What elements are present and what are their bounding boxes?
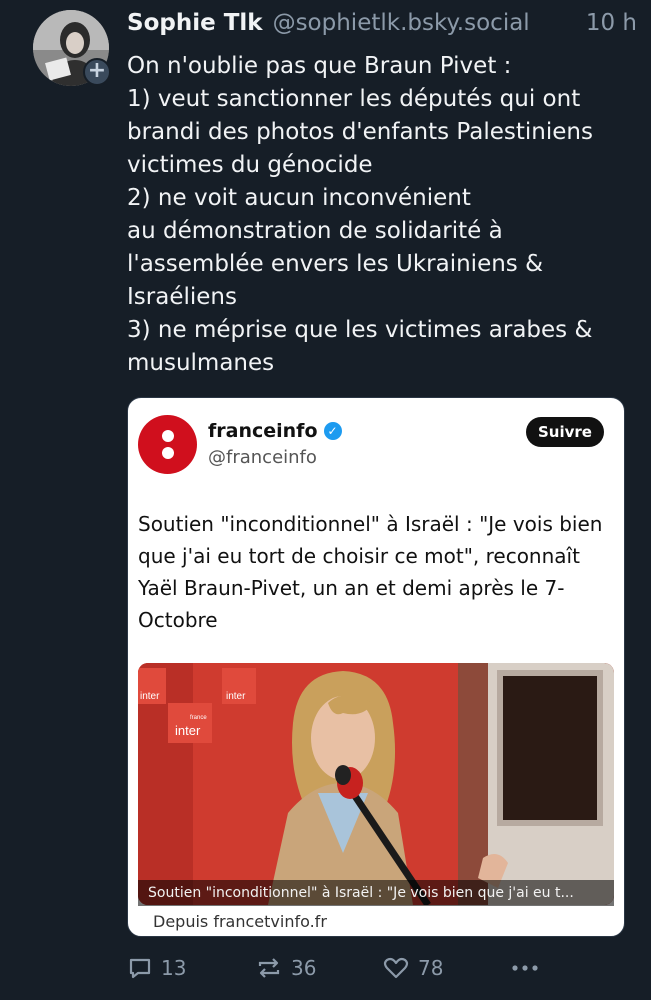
studio-sign-text: inter: [140, 691, 160, 702]
repost-icon: [258, 958, 280, 978]
follow-button[interactable]: Suivre: [526, 417, 604, 447]
embed-account-name-row[interactable]: franceinfo ✓: [208, 420, 342, 442]
author-name[interactable]: Sophie Tlk: [127, 10, 263, 36]
previous-post-edge: [0, 0, 651, 8]
studio-sign-text: inter: [226, 691, 246, 702]
embed-headline-line: Yaël Braun-Pivet, un an et demi après le…: [138, 576, 565, 600]
embed-headline: Soutien "inconditionnel" à Israël : "Je …: [138, 508, 613, 636]
embedded-post-card[interactable]: franceinfo ✓ @franceinfo Suivre Soutien …: [127, 397, 625, 937]
link-source[interactable]: Depuis francetvinfo.fr: [153, 912, 327, 931]
post-text-line: au démonstration de solidarité à: [127, 218, 503, 244]
more-icon: [512, 965, 538, 971]
post-actions: 13 36 78: [127, 955, 632, 987]
reply-count: 13: [161, 956, 187, 980]
post-text-line: On n'oublie pas que Braun Pivet :: [127, 53, 512, 79]
embed-account-name[interactable]: franceinfo: [208, 420, 318, 442]
author-avatar[interactable]: +: [33, 10, 111, 86]
studio-sign: inter: [222, 668, 256, 704]
studio-sign-small-text: france: [190, 715, 207, 721]
plus-icon[interactable]: +: [83, 58, 111, 86]
embed-headline-line: Octobre: [138, 608, 218, 632]
post-text-line: 3) ne méprise que les victimes arabes &: [127, 317, 593, 343]
reply-button[interactable]: 13: [127, 955, 186, 981]
post-time[interactable]: 10 h: [586, 10, 637, 36]
repost-count: 36: [291, 956, 317, 980]
post-text-line: 1) veut sanctionner les députés qui ont: [127, 86, 581, 112]
author-handle[interactable]: @sophietlk.bsky.social: [273, 10, 530, 36]
post-text-line: 2) ne voit aucun inconvénient: [127, 185, 471, 211]
studio-sign: inter: [138, 668, 166, 704]
verified-badge-icon: ✓: [323, 422, 342, 440]
post-text-line: musulmanes: [127, 350, 275, 376]
repost-button[interactable]: 36: [255, 955, 316, 981]
post-text-line: brandi des photos d'enfants Palestiniens: [127, 119, 593, 145]
reply-icon: [129, 958, 151, 979]
studio-sign-text: inter: [175, 723, 201, 738]
post-header: Sophie Tlk @sophietlk.bsky.social 10 h: [127, 10, 637, 44]
embed-headline-line: que j'ai eu tort de choisir ce mot", rec…: [138, 544, 580, 568]
post-text: On n'oublie pas que Braun Pivet : 1) veu…: [127, 50, 632, 380]
embed-account-handle[interactable]: @franceinfo: [208, 447, 317, 468]
more-options-button[interactable]: [510, 955, 542, 981]
studio-sign: france inter: [168, 703, 212, 743]
image-caption: Soutien "inconditionnel" à Israël : "Je …: [138, 880, 614, 906]
like-button[interactable]: 78: [382, 955, 443, 981]
like-count: 78: [418, 956, 444, 980]
franceinfo-logo[interactable]: [138, 415, 197, 474]
heart-icon: [383, 957, 409, 979]
embed-image[interactable]: inter france inter inter: [138, 663, 614, 905]
post-text-line: Israéliens: [127, 284, 237, 310]
post-text-line: l'assemblée envers les Ukrainiens &: [127, 251, 544, 277]
embed-headline-line: Soutien "inconditionnel" à Israël : "Je …: [138, 512, 603, 536]
post-text-line: victimes du génocide: [127, 152, 373, 178]
